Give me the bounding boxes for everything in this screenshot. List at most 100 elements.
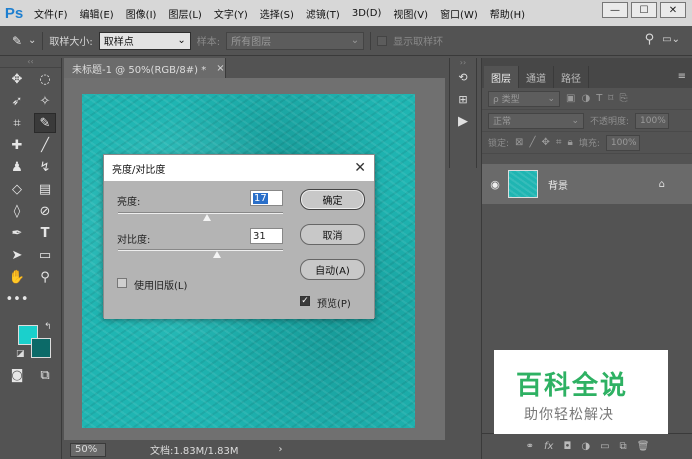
pen-tool-icon[interactable]: ✒ [6,223,28,243]
brightness-slider-track[interactable] [118,212,283,214]
zoom-tool-icon[interactable]: ⚲ [34,267,56,287]
menu-window[interactable]: 窗口(W) [434,6,484,21]
filter-smart-icon[interactable]: ⎘ [619,93,627,104]
eye-icon[interactable]: ◉ [482,178,508,191]
menu-help[interactable]: 帮助(H) [484,6,531,21]
magic-wand-tool-icon[interactable]: ✧ [34,91,56,111]
lock-position-icon[interactable]: ✥ [541,137,549,148]
path-select-tool-icon[interactable]: ➤ [6,245,28,265]
shape-tool-icon[interactable]: ▭ [34,245,56,265]
close-window-button[interactable]: ✕ [660,2,686,18]
cancel-button[interactable]: 取消 [300,224,365,245]
auto-button[interactable]: 自动(A) [300,259,365,280]
search-icon[interactable]: ⚲ [645,32,655,47]
new-group-icon[interactable]: ▭ [600,441,609,452]
close-tab-icon[interactable]: × [216,63,224,74]
tab-channels[interactable]: 通道 [519,66,554,88]
menu-edit[interactable]: 编辑(E) [74,6,120,21]
menu-image[interactable]: 图像(I) [120,6,163,21]
menu-filter[interactable]: 滤镜(T) [300,6,346,21]
tab-paths[interactable]: 路径 [554,66,589,88]
menu-3d[interactable]: 3D(D) [346,8,388,19]
healing-tool-icon[interactable]: ✚ [6,135,28,155]
chevron-down-icon: ⌄ [350,35,360,46]
zoom-level-field[interactable]: 50% [70,442,106,457]
layer-name[interactable]: 背景 [548,177,568,192]
layer-filter-select[interactable]: ρ 类型 ⌄ [488,90,560,107]
ok-button[interactable]: 确定 [300,189,365,210]
strip-grip[interactable]: ›› [450,58,476,67]
menu-select[interactable]: 选择(S) [254,6,300,21]
dialog-titlebar[interactable]: 亮度/对比度 ✕ [104,155,374,181]
marquee-tool-icon[interactable]: ◌ [34,69,56,89]
contrast-input[interactable]: 31 [250,228,283,244]
tab-layers[interactable]: 图层 [484,66,519,88]
gradient-tool-icon[interactable]: ▤ [34,179,56,199]
filter-pixel-icon[interactable]: ▣ [566,93,575,104]
sample-size-select[interactable]: 取样点 ⌄ [98,31,191,50]
layer-row-background[interactable]: ◉ 背景 ⌂ [482,164,692,204]
swap-colors-icon[interactable]: ↰ [44,322,52,332]
dodge-tool-icon[interactable]: ⊘ [34,201,56,221]
fill-field[interactable]: 100% [605,134,640,151]
lock-all-icon[interactable]: 🔒︎ [568,137,573,148]
fx-icon[interactable]: fx [544,441,553,452]
eyedropper-tool-icon[interactable]: ✎ [34,113,56,133]
move-tool-icon[interactable]: ✥ [6,69,28,89]
opacity-field[interactable]: 100% [635,112,670,129]
filter-adjust-icon[interactable]: ◑ [581,93,590,104]
show-ring-checkbox[interactable] [377,35,388,46]
document-tab[interactable]: 未标题-1 @ 50%(RGB/8#) * × [64,58,226,78]
status-menu-arrow[interactable]: › [279,444,283,455]
legacy-checkbox[interactable] [117,278,127,288]
hand-tool-icon[interactable]: ✋ [6,267,28,287]
adjustment-layer-icon[interactable]: ◑ [581,441,590,452]
contrast-slider-thumb[interactable] [213,251,221,258]
workspace-icon[interactable]: ▭⌄ [662,34,680,45]
preview-checkbox[interactable]: ✓ [300,296,310,306]
panel-grip[interactable]: ‹‹ [0,58,61,68]
link-layers-icon[interactable]: ⚭ [526,441,534,452]
screen-mode-icon[interactable]: ⧉ [34,365,56,385]
more-tools-icon[interactable]: ••• [6,289,29,309]
menu-type[interactable]: 文字(Y) [208,6,254,21]
blend-mode-select[interactable]: 正常 ⌄ [488,112,584,129]
history-panel-icon[interactable]: ⟲ [450,66,476,88]
actions-play-icon[interactable]: ▶ [450,110,476,132]
maximize-button[interactable]: ☐ [631,2,657,18]
eyedropper-preset-icon[interactable]: ✎ [6,31,28,51]
menu-view[interactable]: 视图(V) [387,6,434,21]
menu-file[interactable]: 文件(F) [28,6,74,21]
quick-mask-icon[interactable]: ◙ [6,365,28,385]
panel-menu-icon[interactable]: ≡ [678,71,686,82]
delete-layer-icon[interactable]: 🗑︎ [637,441,650,452]
filter-type-icon[interactable]: T [596,93,602,104]
minimize-button[interactable]: — [602,2,628,18]
stamp-tool-icon[interactable]: ♟ [6,157,28,177]
lock-pixels-icon[interactable]: ╱ [529,137,535,148]
background-color-swatch[interactable] [31,338,51,358]
eraser-tool-icon[interactable]: ◇ [6,179,28,199]
lock-artboard-icon[interactable]: ⌗ [556,137,562,148]
layer-thumbnail[interactable] [508,170,538,198]
type-tool-icon[interactable]: T [34,223,56,243]
brightness-slider-thumb[interactable] [203,214,212,221]
new-layer-icon[interactable]: ⧉ [620,441,627,452]
history-brush-icon[interactable]: ↯ [34,157,56,177]
lasso-tool-icon[interactable]: ➶ [6,91,28,111]
blur-tool-icon[interactable]: ◊ [6,201,28,221]
filter-shape-icon[interactable]: ⌑ [608,93,613,104]
dropdown-caret-icon[interactable]: ⌄ [28,35,36,46]
brush-tool-icon[interactable]: ╱ [34,135,56,155]
menu-layer[interactable]: 图层(L) [162,6,207,21]
default-colors-icon[interactable]: ◪ [16,349,25,359]
close-icon[interactable]: ✕ [354,160,366,176]
crop-tool-icon[interactable]: ⌗ [6,113,28,133]
lock-transparent-icon[interactable]: ⊠ [515,137,523,148]
photoshop-logo: Ps [0,0,28,26]
add-mask-icon[interactable]: ◘ [563,441,571,452]
brightness-input[interactable]: 17 [250,190,283,206]
contrast-slider-track[interactable] [118,249,283,251]
properties-panel-icon[interactable]: ⊞ [450,88,476,110]
sample-select[interactable]: 所有图层 ⌄ [226,31,365,50]
